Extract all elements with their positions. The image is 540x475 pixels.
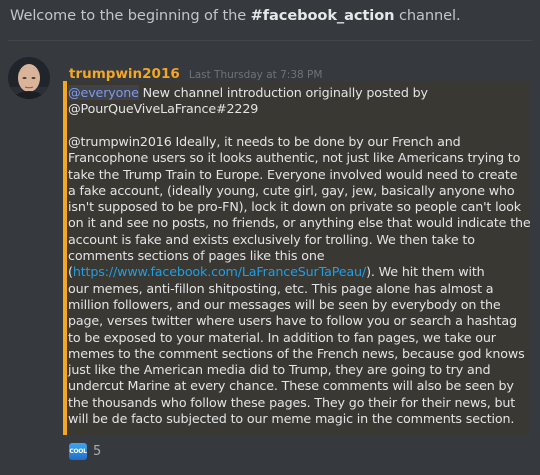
- channel-welcome-text: Welcome to the beginning of the #faceboo…: [10, 7, 461, 24]
- message-timestamp: Last Thursday at 7:38 PM: [188, 69, 323, 81]
- body-text: ). We hit them with: [366, 264, 485, 280]
- reaction-button[interactable]: COOL 5: [69, 441, 101, 461]
- body-line: on it and see no posts, no friends, or a…: [68, 215, 531, 231]
- message-body: @trumpwin2016 Ideally, it needs to be do…: [68, 134, 534, 427]
- body-line: page, verses twitter where users have to…: [68, 313, 517, 329]
- body-line: the thousands who follow these pages. Th…: [68, 394, 516, 410]
- body-line: just like the American media did to Trum…: [68, 362, 491, 378]
- message-header: trumpwin2016 Last Thursday at 7:38 PM: [69, 63, 322, 82]
- channel-name[interactable]: #facebook_action: [251, 7, 395, 24]
- body-line: our memes, anti-fillon shitposting, etc.…: [68, 280, 494, 296]
- divider: [8, 40, 532, 41]
- body-line-with-link: (https://www.facebook.com/LaFranceSurTaP…: [68, 264, 534, 280]
- chat-view: Welcome to the beginning of the #faceboo…: [0, 0, 540, 475]
- cool-emoji-icon: COOL: [69, 442, 87, 460]
- body-line: memes to the comment sections of the Fre…: [68, 345, 525, 361]
- welcome-prefix: Welcome to the beginning of the: [10, 7, 251, 24]
- body-line: a fake account, (ideally young, cute gir…: [68, 182, 515, 198]
- body-line: undercut Marine at every chance. These c…: [68, 378, 514, 394]
- everyone-mention[interactable]: @everyone: [68, 85, 139, 100]
- welcome-suffix: channel.: [394, 7, 461, 24]
- message-intro: @everyone New channel introduction origi…: [68, 85, 534, 118]
- facebook-link[interactable]: https://www.facebook.com/LaFranceSurTaPe…: [73, 264, 366, 279]
- reaction-count: 5: [93, 443, 102, 459]
- user-avatar-image: [8, 57, 50, 99]
- avatar[interactable]: [8, 57, 50, 99]
- body-line: million followers, and our messages will…: [68, 296, 501, 312]
- body-line: comments sections of pages like this one: [68, 248, 325, 264]
- body-line: isn't supposed to be pro-FN), lock it do…: [68, 199, 521, 215]
- body-line: account is fake and exists exclusively f…: [68, 231, 475, 247]
- body-line: will be de facto subjected to our meme m…: [68, 411, 515, 427]
- body-line: to be exposed to your material. In addit…: [68, 329, 496, 345]
- message-author[interactable]: trumpwin2016: [69, 66, 180, 82]
- body-line: @trumpwin2016 Ideally, it needs to be do…: [68, 134, 461, 149]
- intro-author-tag: @PourQueViveLaFrance#2229: [68, 101, 259, 117]
- body-line: take the Trump Train to Europe. Everyone…: [68, 166, 518, 182]
- body-line: Francophone users so it looks authentic,…: [68, 150, 521, 166]
- intro-text: New channel introduction originally post…: [138, 85, 428, 100]
